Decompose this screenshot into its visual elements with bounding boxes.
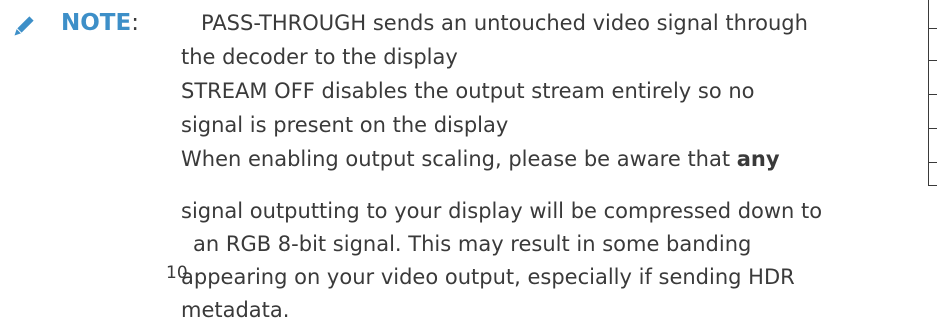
table-row-divider	[929, 94, 937, 95]
note-line-7: an RGB 8-bit signal. This may result in …	[193, 232, 752, 256]
note-label: NOTE:	[61, 4, 139, 42]
pencil-icon	[14, 16, 34, 36]
table-edge	[928, 0, 937, 186]
note-label-colon: :	[131, 10, 139, 36]
note-line-9: metadata.	[181, 298, 290, 322]
note-line-5-bold: any	[736, 147, 780, 171]
table-row-divider	[929, 28, 937, 29]
note-line-5-text: When enabling output scaling, please be …	[181, 147, 737, 171]
note-line-6: signal outputting to your display will b…	[181, 199, 823, 223]
note-line-3: STREAM OFF disables the output stream en…	[181, 79, 755, 103]
note-line-5: When enabling output scaling, please be …	[181, 144, 780, 174]
table-row-divider	[929, 162, 937, 163]
note-line-1: PASS-THROUGH sends an untouched video si…	[201, 11, 808, 35]
note-label-text: NOTE	[61, 10, 132, 36]
note-line-8: appearing on your video output, especial…	[181, 265, 795, 289]
note-line-4: signal is present on the display	[181, 113, 509, 137]
note-line-2: the decoder to the display	[181, 45, 458, 69]
table-row-divider	[929, 60, 937, 61]
table-row-divider	[929, 128, 937, 129]
